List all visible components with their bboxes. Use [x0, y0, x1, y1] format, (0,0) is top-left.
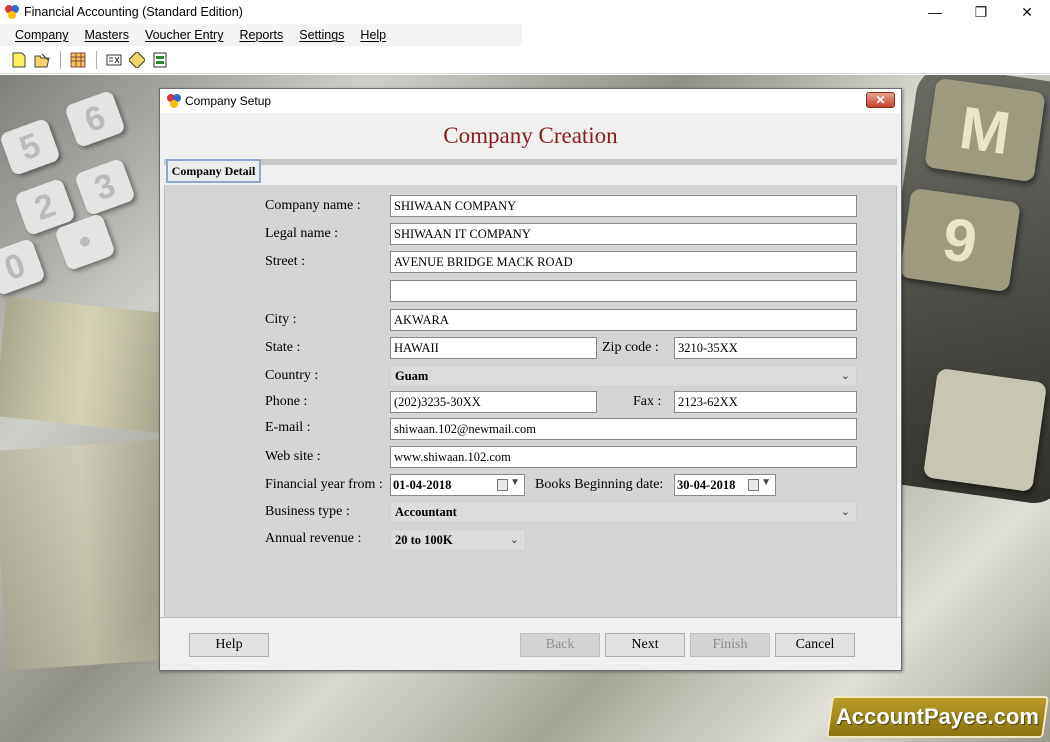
chevron-down-icon: ⌄ — [840, 370, 850, 382]
calendar-icon[interactable] — [748, 479, 759, 491]
menu-reports[interactable]: Reports — [232, 28, 292, 42]
app-titlebar: Financial Accounting (Standard Edition) … — [0, 0, 1050, 24]
dialog-heading: Company Creation — [443, 123, 618, 148]
books-beginning-date-picker[interactable]: 30-04-2018 ▼ — [674, 474, 776, 496]
maximize-button[interactable]: ❐ — [958, 0, 1004, 24]
financial-year-value: 01-04-2018 — [393, 477, 452, 492]
new-company-icon[interactable] — [8, 49, 30, 71]
edit-voucher-icon[interactable] — [126, 49, 148, 71]
phone-label: Phone : — [265, 394, 308, 409]
dialog-footer: Help Back Next Finish Cancel — [160, 617, 901, 670]
country-value: Guam — [395, 368, 429, 383]
help-button[interactable]: Help — [189, 633, 269, 657]
back-button[interactable]: Back — [520, 633, 600, 657]
annual-revenue-value: 20 to 100K — [395, 532, 453, 547]
street-line1-input[interactable]: AVENUE BRIDGE MACK ROAD — [390, 251, 857, 273]
company-setup-dialog: Company Setup ✕ Company Creation Company… — [159, 88, 902, 671]
dropdown-arrow-icon[interactable]: ▼ — [761, 477, 771, 488]
tab-strip: Company Detail — [160, 159, 901, 183]
toolbar-separator — [96, 50, 97, 69]
state-label: State : — [265, 340, 301, 355]
dialog-titlebar: Company Setup ✕ — [160, 89, 901, 113]
menu-settings[interactable]: Settings — [292, 28, 353, 42]
dialog-close-button[interactable]: ✕ — [866, 92, 895, 108]
city-label: City : — [265, 312, 297, 327]
tab-company-detail[interactable]: Company Detail — [166, 159, 261, 183]
legal-name-input[interactable]: SHIWAAN IT COMPANY — [390, 223, 857, 245]
website-label: Web site : — [265, 449, 321, 464]
street-label: Street : — [265, 254, 306, 269]
street-line2-input[interactable] — [390, 280, 857, 302]
company-name-input[interactable]: SHIWAAN COMPANY — [390, 195, 857, 217]
menu-masters[interactable]: Masters — [78, 28, 138, 42]
phone-input[interactable]: (202)3235-30XX — [390, 391, 597, 413]
cancel-button[interactable]: Cancel — [775, 633, 855, 657]
email-input[interactable]: shiwaan.102@newmail.com — [390, 418, 857, 440]
minimize-button[interactable]: — — [912, 0, 958, 24]
dropdown-arrow-icon[interactable]: ▼ — [510, 477, 520, 488]
annual-revenue-label: Annual revenue : — [265, 531, 362, 546]
books-beginning-label: Books Beginning date: — [535, 477, 664, 492]
fax-label: Fax : — [633, 394, 662, 409]
dialog-app-icon — [166, 93, 182, 109]
business-type-value: Accountant — [395, 504, 457, 519]
books-beginning-value: 30-04-2018 — [677, 477, 736, 492]
zip-code-label: Zip code : — [602, 340, 659, 355]
annual-revenue-select[interactable]: 20 to 100K ⌄ — [390, 529, 526, 551]
ledger-icon[interactable] — [67, 49, 89, 71]
company-detail-form: Company name : SHIWAAN COMPANY Legal nam… — [164, 185, 897, 617]
financial-year-label: Financial year from : — [265, 477, 383, 492]
open-company-icon[interactable] — [31, 49, 53, 71]
toolbar-separator — [60, 50, 61, 69]
business-type-select[interactable]: Accountant ⌄ — [390, 501, 857, 523]
chevron-down-icon: ⌄ — [509, 534, 519, 546]
fax-input[interactable]: 2123-62XX — [674, 391, 857, 413]
voucher-icon[interactable] — [103, 49, 125, 71]
app-icon — [4, 4, 20, 20]
next-button[interactable]: Next — [605, 633, 685, 657]
menu-help[interactable]: Help — [353, 28, 395, 42]
zip-code-input[interactable]: 3210-35XX — [674, 337, 857, 359]
accountpayee-logo: AccountPayee.com — [826, 696, 1049, 738]
business-type-label: Business type : — [265, 504, 350, 519]
menu-company[interactable]: Company — [0, 28, 78, 42]
menubar: Company Masters Voucher Entry Reports Se… — [0, 24, 1050, 46]
company-name-label: Company name : — [265, 198, 361, 213]
dialog-title: Company Setup — [185, 94, 272, 108]
city-input[interactable]: AKWARA — [390, 309, 857, 331]
legal-name-label: Legal name : — [265, 226, 339, 241]
toolbar — [0, 46, 1050, 74]
close-button[interactable]: ✕ — [1004, 0, 1050, 24]
logo-text: AccountPayee.com — [836, 704, 1039, 729]
tab-line — [164, 159, 897, 165]
financial-year-date-picker[interactable]: 01-04-2018 ▼ — [390, 474, 525, 496]
calendar-icon[interactable] — [497, 479, 508, 491]
chevron-down-icon: ⌄ — [840, 506, 850, 518]
dialog-header: Company Creation — [160, 113, 901, 159]
menu-voucher-entry[interactable]: Voucher Entry — [138, 28, 233, 42]
state-input[interactable]: HAWAII — [390, 337, 597, 359]
website-input[interactable]: www.shiwaan.102.com — [390, 446, 857, 468]
app-title: Financial Accounting (Standard Edition) — [24, 5, 243, 19]
email-label: E-mail : — [265, 420, 311, 435]
finish-button[interactable]: Finish — [690, 633, 770, 657]
reports-icon[interactable] — [149, 49, 171, 71]
country-label: Country : — [265, 368, 319, 383]
country-select[interactable]: Guam ⌄ — [390, 365, 857, 387]
